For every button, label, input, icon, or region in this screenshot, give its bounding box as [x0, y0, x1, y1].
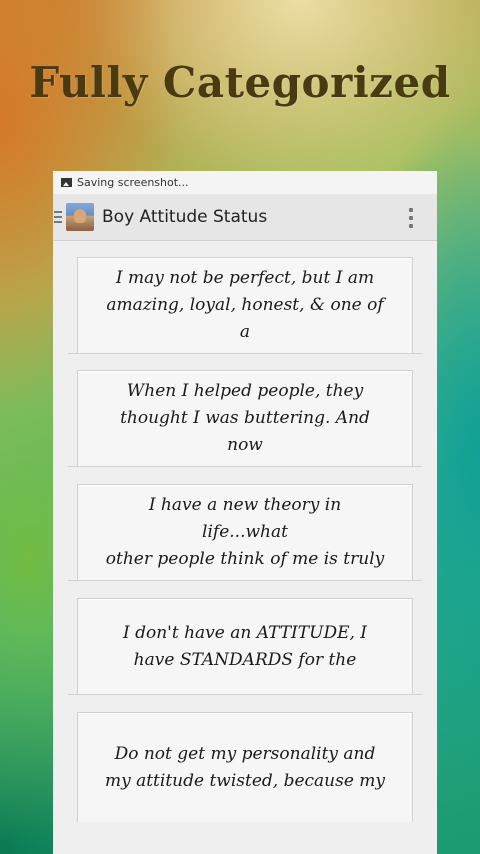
quote-card[interactable]: I don't have an ATTITUDE, I have STANDAR… — [77, 598, 413, 694]
status-bar: Saving screenshot... — [53, 171, 437, 194]
quote-line: thought I was buttering. And now — [120, 408, 370, 455]
quote-line: Do not get my personality and — [114, 743, 376, 764]
status-text: Saving screenshot... — [77, 176, 189, 189]
list-item[interactable]: Do not get my personality and my attitud… — [68, 712, 422, 822]
list-item[interactable]: I may not be perfect, but I am amazing, … — [68, 257, 422, 354]
action-bar: Boy Attitude Status — [53, 194, 437, 241]
quote-line: my attitude twisted, because my — [104, 770, 386, 791]
quote-card[interactable]: I have a new theory in life...what other… — [77, 484, 413, 580]
drawer-icon[interactable] — [54, 211, 64, 223]
quote-line: other people think of me is truly — [105, 549, 385, 569]
promo-title: Fully Categorized — [29, 58, 451, 107]
quote-line: When I helped people, they — [126, 381, 364, 401]
app-title: Boy Attitude Status — [102, 207, 268, 227]
quote-list[interactable]: I may not be perfect, but I am amazing, … — [53, 241, 437, 854]
quote-card[interactable]: When I helped people, they thought I was… — [77, 370, 413, 466]
quote-line: I have a new theory in life...what — [148, 495, 342, 542]
image-icon — [61, 178, 72, 187]
list-item[interactable]: I don't have an ATTITUDE, I have STANDAR… — [68, 598, 422, 695]
quote-card[interactable]: Do not get my personality and my attitud… — [77, 712, 413, 822]
list-item[interactable]: I have a new theory in life...what other… — [68, 484, 422, 581]
app-icon[interactable] — [66, 203, 94, 231]
quote-line: amazing, loyal, honest, & one of a — [106, 295, 384, 342]
overflow-menu-icon[interactable] — [409, 208, 413, 228]
quote-line: have STANDARDS for the — [133, 649, 357, 670]
quote-line: I don't have an ATTITUDE, I — [122, 622, 368, 643]
phone-screen: Saving screenshot... Boy Attitude Status… — [53, 171, 437, 854]
list-item[interactable]: When I helped people, they thought I was… — [68, 370, 422, 467]
quote-card[interactable]: I may not be perfect, but I am amazing, … — [77, 257, 413, 353]
quote-line: I may not be perfect, but I am — [115, 268, 375, 288]
